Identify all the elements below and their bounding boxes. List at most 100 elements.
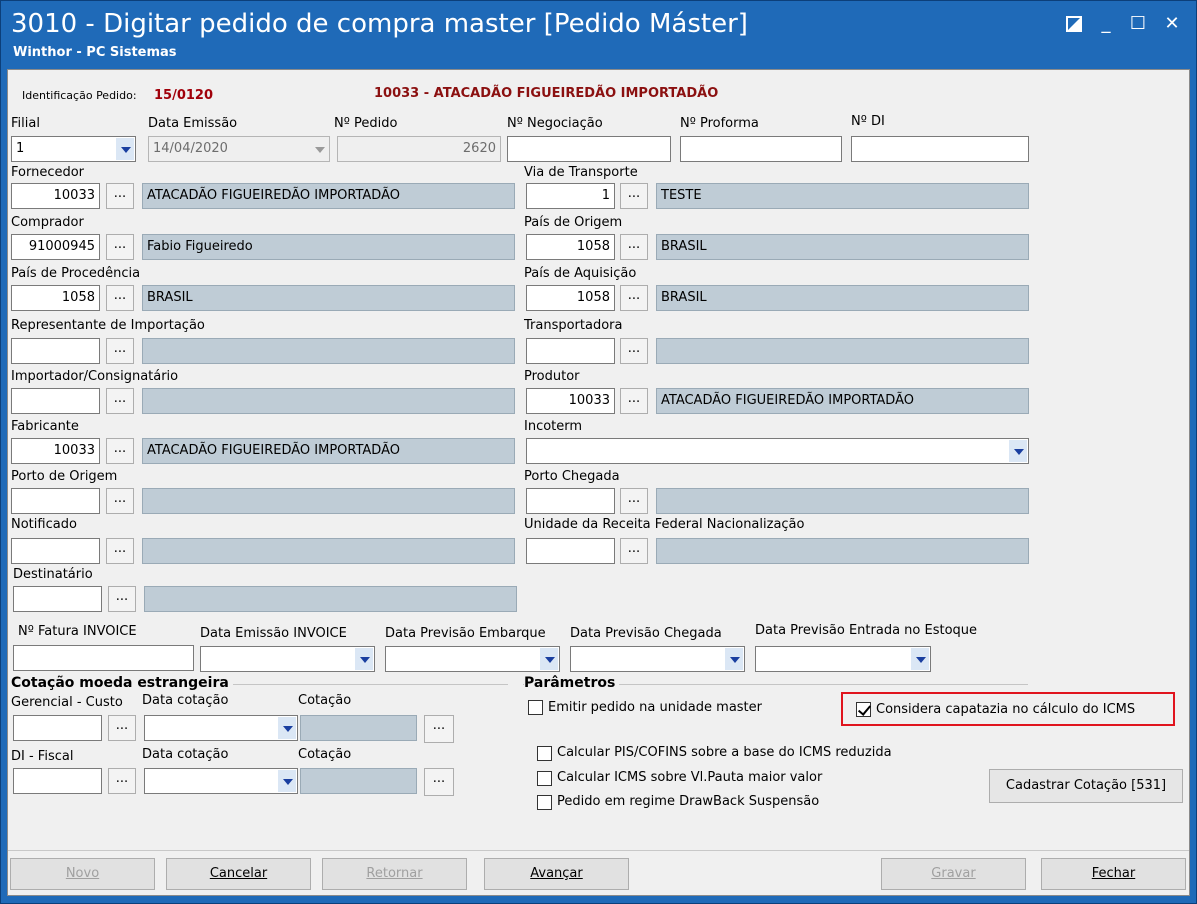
data-emissao-select: 14/04/2020	[148, 136, 330, 162]
chevron-down-icon[interactable]	[278, 717, 296, 739]
comprador-lookup-button[interactable]: ...	[106, 234, 134, 260]
representante-code[interactable]	[11, 338, 100, 364]
avancar-button[interactable]: Avançar	[484, 858, 629, 890]
porto-origem-code[interactable]	[11, 488, 100, 514]
gerencial-lookup-button[interactable]: ...	[108, 715, 136, 741]
transportadora-code[interactable]	[526, 338, 615, 364]
pais-aquisicao-label: País de Aquisição	[524, 266, 637, 281]
cotacao-label: Cotação	[298, 693, 352, 708]
representante-label: Representante de Importação	[11, 318, 205, 333]
n-fatura-invoice-field[interactable]	[13, 645, 194, 671]
n-negociacao-field[interactable]	[507, 136, 671, 162]
destinatario-desc	[144, 586, 517, 612]
n-proforma-field[interactable]	[680, 136, 842, 162]
produtor-lookup-button[interactable]: ...	[620, 388, 648, 414]
transportadora-desc	[656, 338, 1029, 364]
drawback-label: Pedido em regime DrawBack Suspensão	[557, 794, 820, 809]
title-bar[interactable]: 3010 - Digitar pedido de compra master […	[1, 1, 1196, 67]
di-cotacao-lookup-button[interactable]: ...	[424, 768, 454, 796]
incoterm-select[interactable]	[526, 438, 1029, 464]
representante-desc	[142, 338, 515, 364]
porto-chegada-code[interactable]	[526, 488, 615, 514]
pais-origem-lookup-button[interactable]: ...	[620, 234, 648, 260]
chevron-down-icon[interactable]	[116, 138, 134, 160]
pais-aquisicao-lookup-button[interactable]: ...	[620, 285, 648, 311]
pais-aquisicao-code[interactable]: 1058	[526, 285, 615, 311]
fabricante-code[interactable]: 10033	[11, 438, 100, 464]
filial-value: 1	[16, 141, 25, 156]
pais-procedencia-lookup-button[interactable]: ...	[106, 285, 134, 311]
emitir-master-checkbox[interactable]	[528, 700, 543, 715]
n-di-field[interactable]	[851, 136, 1029, 162]
chevron-down-icon[interactable]	[725, 648, 743, 670]
via-transporte-label: Via de Transporte	[524, 165, 638, 180]
di-fiscal-code[interactable]	[13, 768, 102, 794]
produtor-code[interactable]: 10033	[526, 388, 615, 414]
restore-icon[interactable]	[1061, 11, 1087, 37]
via-transporte-lookup-button[interactable]: ...	[620, 183, 648, 209]
di-fiscal-lookup-button[interactable]: ...	[108, 768, 136, 794]
pais-origem-code[interactable]: 1058	[526, 234, 615, 260]
porto-origem-desc	[142, 488, 515, 514]
drawback-checkbox[interactable]	[537, 795, 552, 810]
capatazia-label: Considera capatazia no cálculo do ICMS	[876, 702, 1136, 717]
data-prev-entrada-select[interactable]	[755, 646, 931, 672]
unidade-receita-code[interactable]	[526, 538, 615, 564]
data-emissao-invoice-label: Data Emissão INVOICE	[200, 626, 347, 641]
novo-button: Novo	[10, 858, 155, 890]
fabricante-lookup-button[interactable]: ...	[106, 438, 134, 464]
emitir-master-label: Emitir pedido na unidade master	[548, 700, 762, 715]
fornecedor-lookup-button[interactable]: ...	[106, 183, 134, 209]
fornecedor-code[interactable]: 10033	[11, 183, 100, 209]
porto-chegada-lookup-button[interactable]: ...	[620, 488, 648, 514]
notificado-lookup-button[interactable]: ...	[106, 538, 134, 564]
via-transporte-code[interactable]: 1	[526, 183, 615, 209]
notificado-code[interactable]	[11, 538, 100, 564]
transportadora-lookup-button[interactable]: ...	[620, 338, 648, 364]
filial-select[interactable]: 1	[11, 136, 136, 162]
close-icon[interactable]: ✕	[1159, 11, 1185, 37]
fechar-button[interactable]: Fechar	[1041, 858, 1186, 890]
gerencial-cotacao-value	[300, 715, 417, 741]
data-prev-chegada-select[interactable]	[570, 646, 745, 672]
destinatario-code[interactable]	[13, 586, 102, 612]
comprador-code[interactable]: 91000945	[11, 234, 100, 260]
fabricante-desc: ATACADÃO FIGUEIREDÃO IMPORTADÃO	[142, 438, 515, 464]
capatazia-checkbox[interactable]	[856, 702, 871, 717]
pis-cofins-checkbox[interactable]	[537, 746, 552, 761]
di-data-cotacao-select[interactable]	[144, 768, 298, 794]
icms-pauta-checkbox[interactable]	[537, 771, 552, 786]
pais-procedencia-code[interactable]: 1058	[11, 285, 100, 311]
porto-origem-lookup-button[interactable]: ...	[106, 488, 134, 514]
chevron-down-icon[interactable]	[355, 648, 373, 670]
transportadora-label: Transportadora	[524, 318, 623, 333]
chevron-down-icon[interactable]	[540, 648, 558, 670]
chevron-down-icon[interactable]	[278, 770, 296, 792]
form-body: Identificação Pedido: 15/0120 10033 - AT…	[8, 70, 1189, 848]
ident-label: Identificação Pedido:	[22, 89, 137, 102]
importador-lookup-button[interactable]: ...	[106, 388, 134, 414]
cadastrar-cotacao-button[interactable]: Cadastrar Cotação [531]	[989, 769, 1183, 803]
cancelar-label: Cancelar	[209, 866, 268, 881]
n-di-label: Nº DI	[851, 114, 885, 129]
chevron-down-icon	[310, 138, 328, 160]
gravar-label: Gravar	[931, 866, 976, 881]
chevron-down-icon[interactable]	[1009, 440, 1027, 462]
minimize-icon[interactable]: _	[1093, 11, 1119, 37]
maximize-icon[interactable]: ☐	[1125, 11, 1151, 37]
gerencial-data-cotacao-select[interactable]	[144, 715, 298, 741]
data-prev-embarque-select[interactable]	[385, 646, 560, 672]
gerencial-code[interactable]	[13, 715, 102, 741]
cancelar-button[interactable]: Cancelar	[166, 858, 311, 890]
unidade-receita-lookup-button[interactable]: ...	[620, 538, 648, 564]
unidade-receita-label: Unidade da Receita Federal Nacionalizaçã…	[524, 517, 805, 532]
pais-aquisicao-desc: BRASIL	[656, 285, 1029, 311]
pais-origem-desc: BRASIL	[656, 234, 1029, 260]
gerencial-cotacao-lookup-button[interactable]: ...	[424, 715, 454, 743]
destinatario-lookup-button[interactable]: ...	[108, 586, 136, 612]
data-emissao-invoice-select[interactable]	[200, 646, 375, 672]
representante-lookup-button[interactable]: ...	[106, 338, 134, 364]
importador-code[interactable]	[11, 388, 100, 414]
chevron-down-icon[interactable]	[911, 648, 929, 670]
comprador-label: Comprador	[11, 215, 84, 230]
